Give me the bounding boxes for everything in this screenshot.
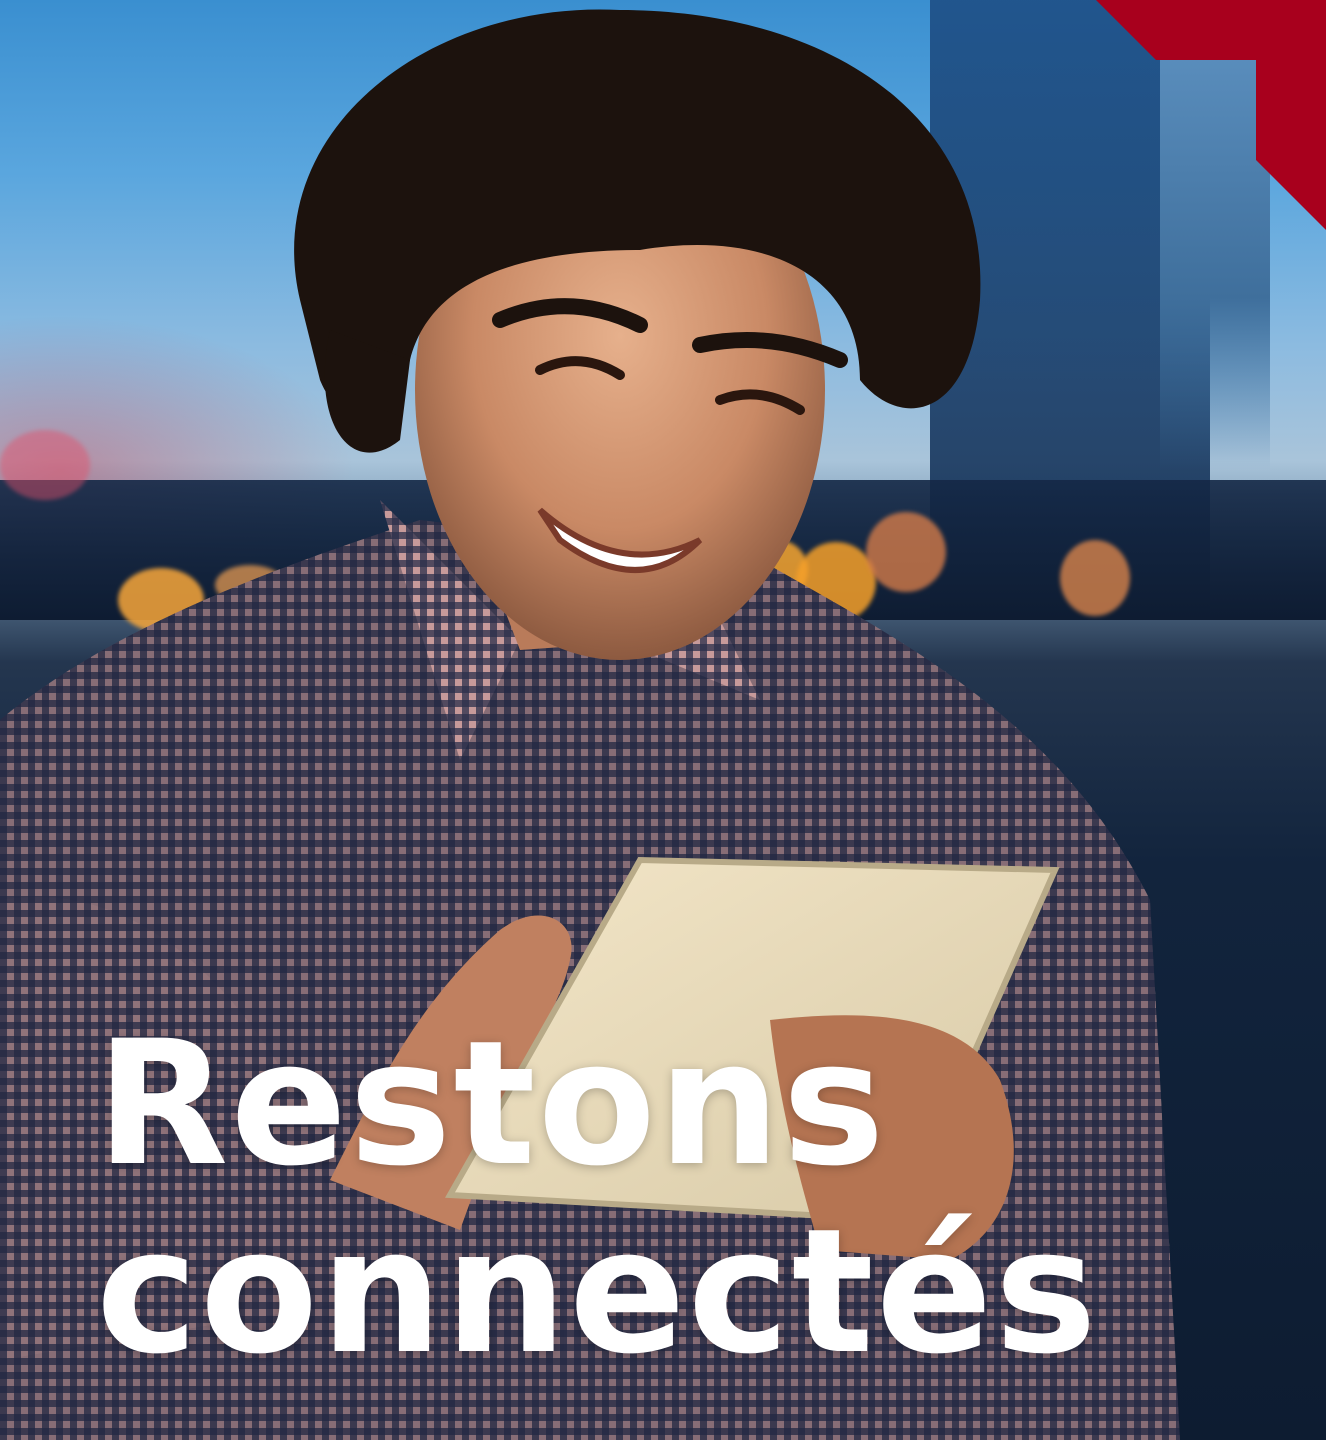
headline-line-1: Restons [96,1003,887,1204]
headline: Restons connectés [96,1010,1099,1386]
corner-chevron-icon [1096,0,1326,230]
headline-line-2: connectés [96,1191,1099,1392]
hero-photo: Restons connectés [0,0,1326,1440]
